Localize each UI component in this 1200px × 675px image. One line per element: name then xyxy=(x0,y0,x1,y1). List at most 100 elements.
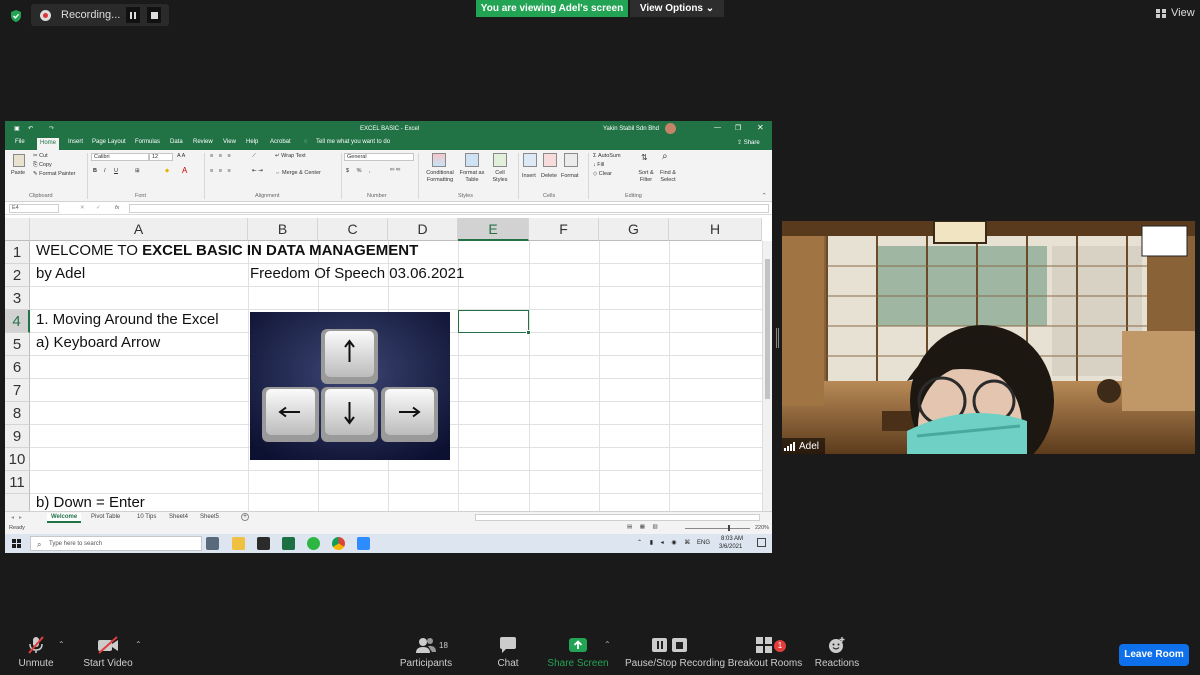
add-sheet-icon[interactable]: + xyxy=(241,513,249,521)
zoom-level[interactable]: 220% xyxy=(755,525,769,531)
select-all-corner[interactable] xyxy=(5,218,30,241)
vertical-align-icons[interactable]: ≡ ≡ ≡ xyxy=(210,153,233,159)
column-header-h[interactable]: H xyxy=(669,218,762,241)
row-header[interactable]: 9 xyxy=(5,425,30,448)
system-tray-icons[interactable]: ⌃ ▮ ◂ ◉ ⌘ xyxy=(637,539,693,546)
tab-file[interactable]: File xyxy=(15,139,25,145)
tab-home[interactable]: Home xyxy=(37,138,60,150)
format-as-table-button[interactable]: Format as Table xyxy=(459,170,485,184)
chevron-up-icon[interactable]: ⌃ xyxy=(604,640,611,649)
horizontal-scrollbar[interactable] xyxy=(475,514,760,521)
row-header[interactable]: 10 xyxy=(5,448,30,471)
reactions-button[interactable]: Reactions xyxy=(792,628,882,669)
autosum-button[interactable]: Σ AutoSum xyxy=(593,153,621,159)
cell-a12[interactable]: b) Down = Enter xyxy=(36,494,145,511)
sheet-tab-welcome[interactable]: Welcome xyxy=(47,513,82,523)
tab-view[interactable]: View xyxy=(223,139,236,145)
insert-cells-icon[interactable] xyxy=(523,153,537,167)
share-button[interactable]: ⇪ Share xyxy=(737,139,760,146)
task-view-icon[interactable] xyxy=(206,537,219,550)
cell-b2[interactable]: Freedom Of Speech 03.06.2021 xyxy=(250,265,464,282)
cell-a5[interactable]: a) Keyboard Arrow xyxy=(36,334,160,351)
column-header-f[interactable]: F xyxy=(529,218,599,241)
decimal-icons[interactable]: ⁰⁰ ⁰⁰ xyxy=(390,168,400,174)
shield-icon[interactable] xyxy=(9,9,23,23)
tell-me-search[interactable]: Tell me what you want to do xyxy=(316,139,390,145)
sheet-tab-sheet5[interactable]: Sheet5 xyxy=(196,513,223,523)
sheet-tab-pivot-table[interactable]: Pivot Table xyxy=(87,513,124,523)
fx-label[interactable]: fx xyxy=(115,205,119,211)
column-header-g[interactable]: G xyxy=(599,218,669,241)
tab-formulas[interactable]: Formulas xyxy=(135,139,160,145)
tray-time[interactable]: 8:03 AM xyxy=(721,536,743,542)
tray-date[interactable]: 3/6/2021 xyxy=(719,544,742,550)
chevron-up-icon[interactable]: ⌃ xyxy=(135,640,142,649)
chrome-icon[interactable] xyxy=(332,537,345,550)
row-header[interactable]: 6 xyxy=(5,356,30,379)
row-header[interactable]: 2 xyxy=(5,264,30,287)
cell-a2[interactable]: by Adel xyxy=(36,265,85,282)
format-cells-button[interactable]: Format xyxy=(561,173,578,179)
format-table-icon[interactable] xyxy=(465,153,479,167)
zoom-slider[interactable] xyxy=(685,528,750,529)
tab-data[interactable]: Data xyxy=(170,139,183,145)
taskbar-search[interactable]: ⌕ Type here to search xyxy=(30,536,202,551)
format-painter-button[interactable]: ✎ Format Painter xyxy=(33,171,76,177)
sheet-tab-10-tips[interactable]: 10 Tips xyxy=(133,513,160,523)
delete-cells-icon[interactable] xyxy=(543,153,557,167)
split-divider-handle[interactable] xyxy=(776,328,779,348)
scroll-thumb[interactable] xyxy=(765,259,770,399)
sort-filter-button[interactable]: Sort & Filter xyxy=(635,170,657,184)
whatsapp-icon[interactable] xyxy=(307,537,320,550)
tab-acrobat[interactable]: Acrobat xyxy=(270,139,291,145)
notification-icon[interactable] xyxy=(757,538,766,547)
bold-icon[interactable]: B xyxy=(93,168,97,174)
delete-cells-button[interactable]: Delete xyxy=(541,173,557,179)
cell-styles-icon[interactable] xyxy=(493,153,507,167)
confirm-entry-icon[interactable]: ✓ xyxy=(96,205,101,211)
fill-button[interactable]: ↓ Fill xyxy=(593,162,604,168)
column-header-b[interactable]: B xyxy=(248,218,318,241)
underline-icon[interactable]: U xyxy=(114,168,118,174)
leave-room-button[interactable]: Leave Room xyxy=(1119,644,1189,666)
conditional-formatting-icon[interactable] xyxy=(432,153,446,167)
tray-language[interactable]: ENG xyxy=(697,540,710,546)
cell-styles-button[interactable]: Cell Styles xyxy=(489,170,511,184)
app-icon[interactable] xyxy=(257,537,270,550)
formula-input[interactable] xyxy=(129,204,769,213)
row-header[interactable]: 4 xyxy=(5,310,30,333)
fill-handle[interactable] xyxy=(526,330,531,335)
paste-icon[interactable] xyxy=(13,154,25,167)
next-sheet-icon[interactable]: ▸ xyxy=(19,514,22,521)
participant-video-tile[interactable]: Adel xyxy=(782,221,1195,454)
grow-font-icon[interactable]: A A xyxy=(177,153,185,159)
windows-start-icon[interactable] xyxy=(12,539,21,548)
number-format-select[interactable]: General xyxy=(344,153,414,161)
cancel-entry-icon[interactable]: ✕ xyxy=(80,205,85,211)
zoom-slider-thumb[interactable] xyxy=(728,525,730,531)
format-cells-icon[interactable] xyxy=(564,153,578,167)
participants-button[interactable]: Participants xyxy=(381,628,471,669)
row-header[interactable] xyxy=(5,494,30,512)
row-header[interactable]: 8 xyxy=(5,402,30,425)
excel-app-icon[interactable] xyxy=(282,537,295,550)
column-header-a[interactable]: A xyxy=(30,218,248,241)
sort-filter-icon[interactable]: ⇅ xyxy=(641,153,648,162)
tab-insert[interactable]: Insert xyxy=(68,139,83,145)
chevron-up-icon[interactable]: ⌃ xyxy=(762,193,767,199)
view-button[interactable]: View xyxy=(1156,7,1195,19)
tab-review[interactable]: Review xyxy=(193,139,213,145)
font-name-select[interactable]: Calibri xyxy=(91,153,149,161)
keyboard-arrows-image[interactable] xyxy=(250,312,450,460)
redo-icon[interactable]: ↷ xyxy=(49,125,54,132)
view-options-button[interactable]: View Options ⌄ xyxy=(630,0,724,17)
save-icon[interactable]: ▣ xyxy=(14,125,20,132)
prev-sheet-icon[interactable]: ◂ xyxy=(11,514,14,521)
zoom-app-icon[interactable] xyxy=(357,537,370,550)
selected-cell-e4[interactable] xyxy=(458,310,529,333)
row-header[interactable]: 7 xyxy=(5,379,30,402)
name-box[interactable]: E4 xyxy=(9,204,59,213)
conditional-formatting-button[interactable]: Conditional Formatting xyxy=(424,170,456,184)
wrap-text-button[interactable]: ↵ Wrap Text xyxy=(275,153,306,159)
clear-button[interactable]: ◇ Clear xyxy=(593,171,612,177)
